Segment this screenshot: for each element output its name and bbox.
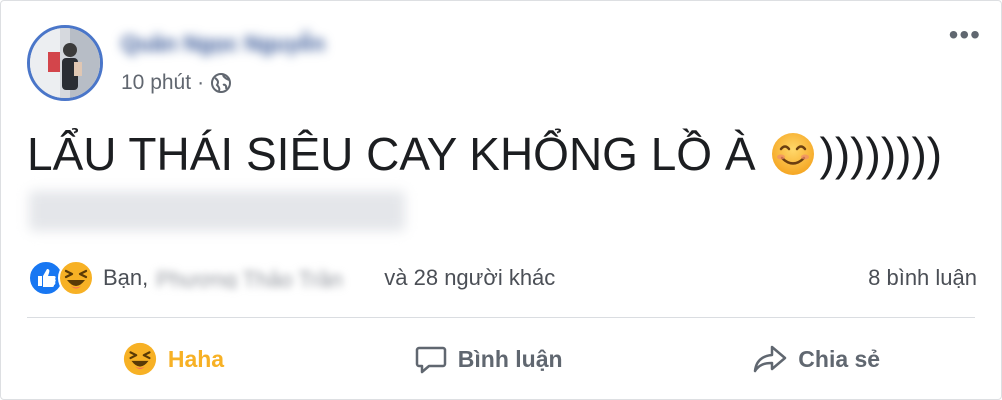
author-name[interactable]: Quân Ngọc Nguyễn [121,31,383,57]
reactions-summary[interactable]: Bạn, Phương Thảo Trần và 28 người khác 8… [27,259,977,297]
comments-count[interactable]: 8 bình luận [868,265,977,291]
haha-button-label: Haha [167,345,225,372]
comment-icon [415,346,447,374]
post-timestamp[interactable]: 10 phút [121,71,191,95]
post-text: LẨU THÁI SIÊU CAY KHỔNG LỒ À )))))))) [27,127,942,181]
post-text-main: LẨU THÁI SIÊU CAY KHỔNG LỒ À [27,128,756,180]
meta-separator: · [197,71,205,94]
avatar-photo [30,28,100,98]
globe-icon[interactable] [210,72,232,94]
post-text-suffix: )))))))) [819,128,943,180]
post-actions: Haha Bình luận Chia sẻ [27,329,975,389]
share-icon [754,345,787,373]
share-button-label: Chia sẻ [798,345,881,372]
post-card: Quân Ngọc Nguyễn 10 phút · ••• LẨU THÁI … [0,0,1002,400]
haha-reaction-icon[interactable] [57,259,95,297]
blurred-text-line [29,191,405,231]
smiling-face-icon [771,133,814,175]
reactions-friend-label[interactable]: Bạn, [103,265,148,291]
comment-button[interactable]: Bình luận [414,342,563,376]
reactions-blurred-name[interactable]: Phương Thảo Trần [156,267,374,289]
reaction-icons[interactable] [27,259,95,297]
post-meta: 10 phút · [121,71,232,95]
more-options-icon[interactable]: ••• [949,21,981,49]
haha-icon [123,342,156,376]
reactions-others-label[interactable]: và 28 người khác [384,265,555,291]
haha-button[interactable]: Haha [122,341,224,377]
author-avatar[interactable] [27,25,103,101]
comment-button-label: Bình luận [457,345,563,372]
actions-divider [27,317,975,318]
share-button[interactable]: Chia sẻ [752,342,880,376]
